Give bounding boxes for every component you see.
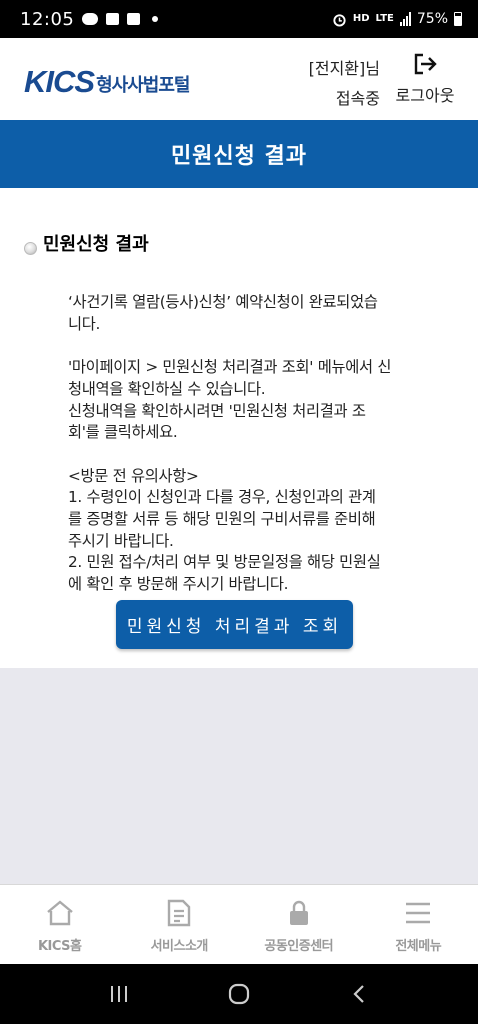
notice-heading: <방문 전 유의사항> (68, 466, 199, 485)
back-icon[interactable] (348, 983, 370, 1005)
logo-subtitle: 형사사법포털 (96, 75, 190, 96)
recent-apps-icon[interactable] (108, 983, 130, 1005)
notification-icon (106, 13, 120, 25)
nav-label: 서비스소개 (150, 939, 209, 954)
bottom-nav: KICS홈 서비스소개 공동인증센터 전체메뉴 (0, 884, 478, 964)
lock-icon (289, 900, 308, 925)
alarm-icon (333, 13, 346, 27)
status-bar: 12:05 HD LTE 75% (0, 0, 478, 38)
hd-voice-indicator: HD (352, 13, 370, 24)
bullet-icon (24, 241, 37, 255)
check-result-button[interactable]: 민원신청 처리결과 조회 (116, 600, 353, 649)
notice-line: 주시기 바랍니다. (68, 531, 174, 550)
empty-area (0, 668, 478, 884)
message-line: ‘사건기록 열람(등사)신청’ 예약신청이 완료되었습 (68, 293, 378, 311)
result-message: ‘사건기록 열람(등사)신청’ 예약신청이 완료되었습 니다. '마이페이지 >… (68, 292, 438, 596)
user-name: [전지환]님 (308, 59, 380, 78)
logout-icon (414, 53, 437, 75)
app-header: KICS 형사사법포털 [전지환]님 접속중 로그아웃 (0, 38, 478, 120)
message-line: 니다. (68, 314, 101, 333)
menu-guide-line: '마이페이지 > 민원신청 처리결과 조회' 메뉴에서 신 (68, 358, 392, 377)
menu-icon (406, 902, 431, 924)
result-panel: 민원신청 결과 ‘사건기록 열람(등사)신청’ 예약신청이 완료되었습 니다. … (0, 188, 478, 668)
notice-line: 에 확인 후 방문해 주시기 바랍니다. (68, 575, 289, 594)
more-notifications-icon (152, 16, 159, 22)
menu-guide-line: 청내역을 확인하실 수 있습니다. (68, 379, 266, 398)
nav-label: KICS홈 (37, 939, 82, 954)
logout-label: 로그아웃 (395, 86, 455, 105)
status-time: 12:05 (20, 8, 75, 30)
gallery-icon (127, 13, 141, 25)
home-icon (46, 900, 73, 926)
nav-item-full-menu[interactable]: 전체메뉴 (359, 885, 478, 964)
section-heading: 민원신청 결과 (24, 230, 149, 256)
user-status: 접속중 (335, 89, 380, 108)
page-title: 민원신청 결과 (170, 144, 308, 169)
nav-item-kics-home[interactable]: KICS홈 (0, 885, 120, 964)
nav-item-certificate-center[interactable]: 공동인증센터 (239, 885, 359, 964)
battery-percent: 75% (416, 11, 448, 27)
nav-label: 전체메뉴 (395, 939, 442, 954)
kakaotalk-icon (82, 13, 99, 25)
user-info: [전지환]님 접속중 (304, 54, 380, 114)
nav-label: 공동인증센터 (264, 939, 334, 954)
section-title: 민원신청 결과 (43, 234, 149, 255)
notice-line: 를 증명할 서류 등 해당 민원의 구비서류를 준비해 (68, 510, 376, 528)
nav-item-service-intro[interactable]: 서비스소개 (120, 885, 240, 964)
system-nav-bar (0, 964, 478, 1024)
notice-line: 1. 수령인이 신청인과 다를 경우, 신청인과의 관계 (68, 488, 376, 507)
lte-indicator: LTE (375, 13, 394, 24)
menu-guide-line: 회'를 클릭하세요. (68, 423, 178, 442)
document-icon (168, 899, 191, 927)
notice-line: 2. 민원 접수/처리 여부 및 방문일정을 해당 민원실 (68, 553, 381, 572)
signal-icon (399, 12, 411, 26)
page-title-bar: 민원신청 결과 (0, 120, 478, 188)
battery-icon (454, 12, 462, 26)
home-circle-icon[interactable] (227, 982, 251, 1006)
kics-logo[interactable]: KICS 형사사법포털 (24, 64, 190, 100)
logo-mark: KICS (24, 64, 95, 99)
logout-button[interactable]: 로그아웃 (390, 52, 460, 106)
menu-guide-line: 신청내역을 확인하시려면 '민원신청 처리결과 조 (68, 401, 366, 420)
